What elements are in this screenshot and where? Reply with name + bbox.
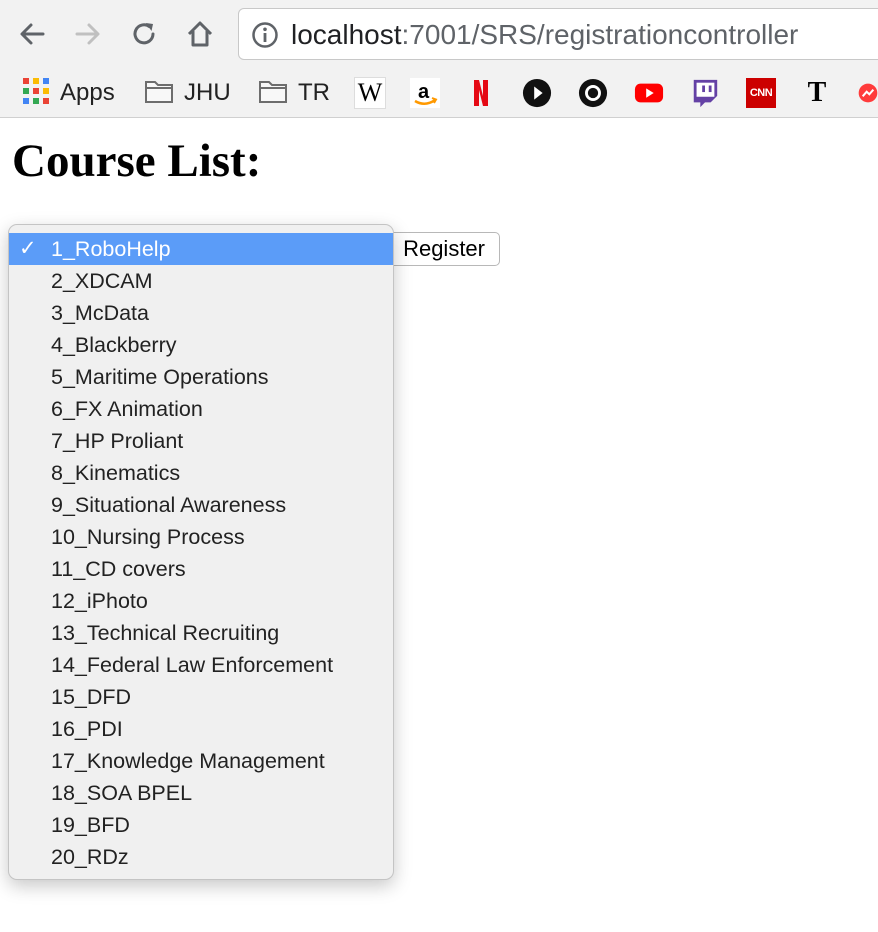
svg-text:a: a	[418, 81, 430, 103]
folder-icon	[258, 78, 288, 109]
course-option[interactable]: 11_CD covers	[9, 553, 393, 585]
url-path: :7001/SRS/registrationcontroller	[401, 19, 799, 50]
bookmark-netflix[interactable]	[466, 76, 496, 110]
course-option[interactable]: 17_Knowledge Management	[9, 745, 393, 777]
url-host: localhost	[291, 19, 402, 50]
course-option-label: 18_SOA BPEL	[51, 781, 193, 805]
bookmark-cnn[interactable]: CNN	[746, 76, 776, 110]
bookmark-folder-jhu-label: JHU	[184, 79, 231, 106]
site-info-icon[interactable]	[251, 21, 279, 54]
course-option[interactable]: 7_HP Proliant	[9, 425, 393, 457]
course-option-label: 11_CD covers	[51, 557, 186, 581]
checkmark-icon: ✓	[19, 237, 37, 260]
bookmark-apps[interactable]: Apps	[22, 76, 115, 110]
wikipedia-icon: W	[354, 77, 386, 109]
course-option[interactable]: 8_Kinematics	[9, 457, 393, 489]
youtube-icon	[634, 78, 664, 108]
bookmark-wikipedia[interactable]: W	[354, 76, 386, 110]
cnn-icon: CNN	[746, 78, 776, 108]
bookmark-play[interactable]	[522, 76, 552, 110]
course-option-label: 12_iPhoto	[51, 589, 148, 613]
folder-icon	[144, 78, 174, 109]
register-button[interactable]: Register	[384, 232, 500, 266]
course-option-label: 16_PDI	[51, 717, 123, 741]
amazon-icon: a	[410, 78, 440, 108]
twitch-icon	[690, 78, 720, 108]
course-option-label: 13_Technical Recruiting	[51, 621, 280, 645]
reload-icon[interactable]	[124, 14, 164, 54]
course-option-label: 15_DFD	[51, 685, 132, 709]
course-option-label: 6_FX Animation	[51, 397, 203, 421]
course-option[interactable]: ✓ 1_RoboHelp	[9, 233, 393, 265]
course-option-label: 5_Maritime Operations	[51, 365, 269, 389]
course-option[interactable]: 19_BFD	[9, 809, 393, 841]
course-option[interactable]: 10_Nursing Process	[9, 521, 393, 553]
course-option[interactable]: 18_SOA BPEL	[9, 777, 393, 809]
page-title: Course List:	[12, 135, 262, 187]
home-icon[interactable]	[180, 14, 220, 54]
course-option-label: 1_RoboHelp	[51, 237, 171, 261]
course-option-label: 14_Federal Law Enforcement	[51, 653, 334, 677]
bookmark-partial[interactable]	[858, 76, 878, 110]
bookmark-folder-tr[interactable]: TR	[258, 76, 330, 110]
course-option[interactable]: 16_PDI	[9, 713, 393, 745]
back-arrow-icon[interactable]	[12, 14, 52, 54]
course-option[interactable]: 13_Technical Recruiting	[9, 617, 393, 649]
course-option[interactable]: 20_RDz	[9, 841, 393, 873]
bookmark-nyt[interactable]: T	[802, 76, 832, 110]
nyt-icon: T	[807, 77, 827, 108]
bookmark-folder-jhu[interactable]: JHU	[144, 76, 231, 110]
course-option[interactable]: 3_McData	[9, 297, 393, 329]
course-select-dropdown[interactable]: ✓ 1_RoboHelp 2_XDCAM 3_McData 4_Blackberry 5_…	[8, 224, 394, 880]
course-option-label: 4_Blackberry	[51, 333, 177, 357]
partial-red-icon	[858, 78, 878, 108]
address-bar[interactable]: localhost:7001/SRS/registrationcontrolle…	[238, 8, 878, 60]
netflix-icon	[466, 78, 496, 108]
course-option-label: 19_BFD	[51, 813, 130, 837]
course-option[interactable]: 9_Situational Awareness	[9, 489, 393, 521]
bookmark-apps-label: Apps	[60, 79, 115, 106]
course-option[interactable]: 14_Federal Law Enforcement	[9, 649, 393, 681]
course-option-label: 2_XDCAM	[51, 269, 153, 293]
course-option-label: 17_Knowledge Management	[51, 749, 325, 773]
course-option[interactable]: 2_XDCAM	[9, 265, 393, 297]
course-option-label: 3_McData	[51, 301, 149, 325]
bookmark-twitch[interactable]	[690, 76, 720, 110]
apps-grid-icon	[22, 77, 50, 110]
record-circle-icon	[578, 78, 608, 108]
url-text[interactable]: localhost:7001/SRS/registrationcontrolle…	[291, 19, 798, 51]
course-option-label: 8_Kinematics	[51, 461, 181, 485]
bookmarks-bar: Apps JHU TR W a CNN T	[0, 68, 878, 118]
course-option-label: 7_HP Proliant	[51, 429, 184, 453]
browser-toolbar: localhost:7001/SRS/registrationcontrolle…	[0, 0, 878, 68]
course-option-label: 20_RDz	[51, 845, 129, 869]
course-option[interactable]: 12_iPhoto	[9, 585, 393, 617]
play-circle-icon	[522, 78, 552, 108]
bookmark-record[interactable]	[578, 76, 608, 110]
course-option-label: 10_Nursing Process	[51, 525, 245, 549]
course-option[interactable]: 15_DFD	[9, 681, 393, 713]
course-option[interactable]: 4_Blackberry	[9, 329, 393, 361]
bookmark-youtube[interactable]	[634, 76, 664, 110]
forward-arrow-icon[interactable]	[68, 14, 108, 54]
course-option-label: 9_Situational Awareness	[51, 493, 287, 517]
course-option[interactable]: 5_Maritime Operations	[9, 361, 393, 393]
course-option[interactable]: 6_FX Animation	[9, 393, 393, 425]
bookmark-folder-tr-label: TR	[298, 79, 330, 106]
bookmark-amazon[interactable]: a	[410, 76, 440, 110]
